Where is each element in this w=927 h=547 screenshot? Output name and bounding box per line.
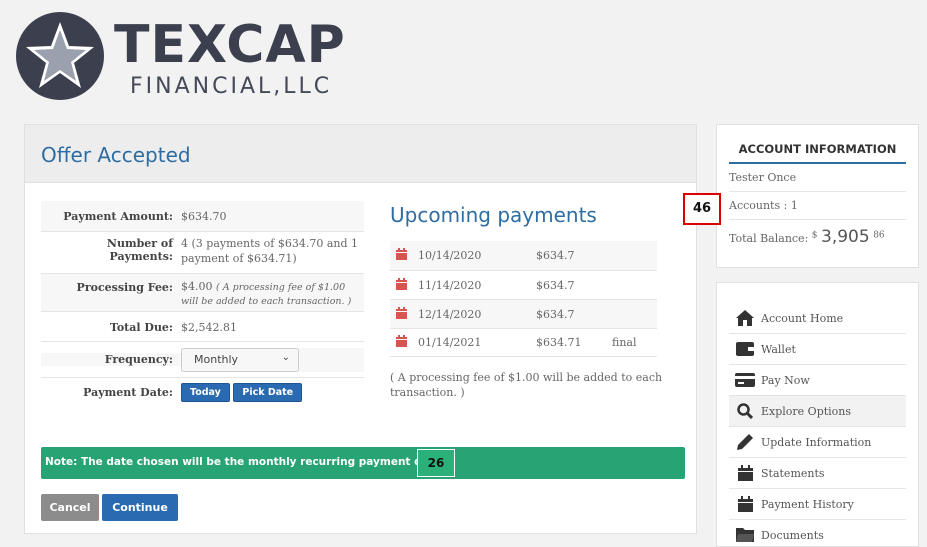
star-logo-icon [16,12,104,100]
nav-item-label: Wallet [761,342,796,356]
nav-item-statements[interactable]: Statements [729,458,906,489]
upcoming-fee-note: ( A processing fee of $1.00 will be adde… [390,371,663,400]
cancel-button[interactable]: Cancel [41,494,99,521]
recurring-date-notice: Note: The date chosen will be the monthl… [41,447,685,479]
wallet-icon [736,342,754,356]
number-of-payments-row: Number of Payments: 4 (3 payments of $63… [41,231,364,273]
table-row: 11/14/2020 $634.7 [390,270,657,299]
balance-currency: $ [811,230,818,241]
account-information-panel: ACCOUNT INFORMATION Tester Once Accounts… [716,124,919,268]
account-nav: Account Home Wallet Pay Now Explore Opti… [716,282,919,547]
nav-item-wallet[interactable]: Wallet [729,334,906,365]
total-due-value: $2,542.81 [181,312,364,341]
payment-date: 11/14/2020 [418,278,482,292]
folder-icon [736,528,754,542]
payment-date-label: Payment Date: [41,386,181,399]
payment-date: 12/14/2020 [418,307,482,321]
number-of-payments-value: 4 (3 payments of $634.70 and 1 payment o… [181,232,364,273]
payment-date: 10/14/2020 [418,249,482,262]
continue-button[interactable]: Continue [102,494,178,521]
total-due-label: Total Due: [41,312,181,341]
nav-item-payment-history[interactable]: Payment History [729,489,906,520]
nav-item-update-information[interactable]: Update Information [729,427,906,458]
table-row: 12/14/2020 $634.7 [390,299,657,328]
total-balance-label: Total Balance: [729,232,809,245]
payment-date-row: Payment Date: Today Pick Date [41,377,364,407]
calendar-icon [737,496,753,512]
number-of-payments-label: Number of Payments: [41,232,181,273]
processing-fee-value: $4.00 [181,280,213,293]
nav-item-explore-options[interactable]: Explore Options [729,396,906,427]
payment-amount-row: Payment Amount: $634.70 [41,201,364,231]
home-icon [736,310,754,326]
table-row: 10/14/2020 $634.7 [390,241,657,270]
account-holder-name: Tester Once [729,164,906,192]
total-due-row: Total Due: $2,542.81 [41,311,364,341]
nav-item-label: Payment History [761,497,854,511]
calendar-icon [396,335,407,347]
balance-cents: 86 [873,230,885,241]
pick-date-button[interactable]: Pick Date [233,383,303,402]
nav-item-account-home[interactable]: Account Home [729,303,906,334]
payment-details: Payment Amount: $634.70 Number of Paymen… [41,201,364,407]
upcoming-payments-table: 10/14/2020 $634.7 11/14/2020 $634.7 12/1… [390,241,657,357]
processing-fee-row: Processing Fee: $4.00 ( A processing fee… [41,273,364,311]
today-button[interactable]: Today [181,383,230,402]
payment-amount-label: Payment Amount: [41,201,181,231]
brand-subtitle: FINANCIAL,LLC [130,74,333,99]
step-badge: 26 [417,449,455,477]
page-title: Offer Accepted [41,143,191,167]
account-information-title: ACCOUNT INFORMATION [729,142,906,164]
nav-item-pay-now[interactable]: Pay Now [729,365,906,396]
nav-item-documents[interactable]: Documents [729,520,906,547]
processing-fee-label: Processing Fee: [41,274,181,311]
payment-amount-value: $634.70 [181,201,364,231]
pencil-icon [737,434,753,450]
frequency-row: Frequency: Monthly ⌄ [41,341,364,377]
nav-item-label: Update Information [761,435,872,449]
nav-item-label: Explore Options [761,404,852,418]
payment-date: 01/14/2021 [418,336,482,349]
payment-amount: $634.71 [536,336,582,349]
offer-card-header: Offer Accepted [25,125,696,183]
offer-card: Offer Accepted Payment Amount: $634.70 N… [24,124,697,534]
table-row: 01/14/2021 $634.71 final [390,328,657,357]
payment-amount: $634.7 [536,249,575,262]
frequency-selected-value: Monthly [194,352,239,366]
payment-amount: $634.7 [536,278,575,292]
notice-text: Note: The date chosen will be the monthl… [45,456,445,468]
payment-note: final [612,336,637,349]
search-icon [737,403,753,419]
brand-name: TEXCAP [114,15,346,75]
credit-card-icon [735,373,755,387]
step-badge: 46 [683,193,721,225]
nav-item-label: Statements [761,466,825,480]
nav-item-label: Account Home [761,311,844,325]
accounts-count: Accounts : 1 [729,192,906,220]
payment-amount: $634.7 [536,307,575,321]
frequency-label: Frequency: [41,353,181,366]
calendar-icon [396,277,407,290]
calendar-icon [396,248,407,260]
texcap-logo[interactable]: TEXCAP FINANCIAL,LLC [14,10,346,100]
upcoming-payments-title: Upcoming payments [390,203,597,227]
frequency-select[interactable]: Monthly ⌄ [181,347,299,372]
nav-item-label: Pay Now [761,373,810,387]
nav-item-label: Documents [761,528,824,542]
balance-whole: 3,905 [821,227,870,247]
calendar-icon [396,306,407,319]
calendar-icon [737,465,753,481]
chevron-down-icon: ⌄ [281,351,290,363]
total-balance: Total Balance: $ 3,905 86 [729,220,906,254]
